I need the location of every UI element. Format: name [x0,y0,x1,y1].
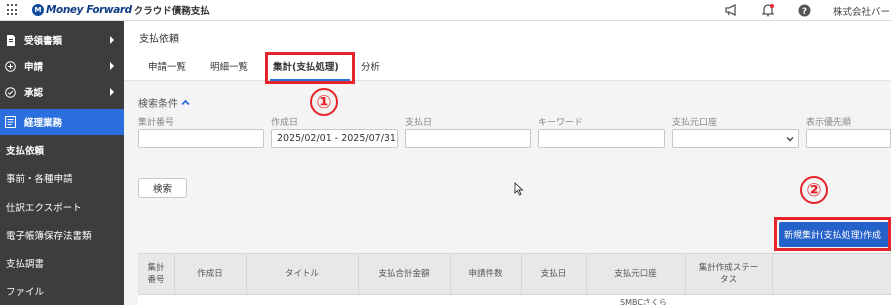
sidebar-item-accounting[interactable]: 経理業務 [0,109,124,135]
check-circle-icon [5,86,16,98]
source-account-select[interactable] [672,129,799,148]
chevron-right-icon [110,88,114,96]
field-label-display-order: 表示優先順 [806,118,852,128]
tab-detail-list[interactable]: 明細一覧 [210,59,248,73]
help-icon[interactable]: ? [796,2,812,18]
sidebar-subitem-prior-applications[interactable]: 事前・各種申請 [0,165,124,191]
svg-text:?: ? [801,6,806,16]
column-header-summary-number[interactable]: 集計番号 [138,253,174,295]
annotation-marker-2: ② [800,176,828,204]
new-summary-button[interactable]: 新規集計(支払処理)作成 [779,222,891,247]
brand-name: Money Forward [46,4,132,16]
column-header-actions [772,253,891,295]
top-bar: M Money Forward クラウド債務支払 ? 株式会社バー [0,0,891,21]
column-header-application-count[interactable]: 申請件数 [450,253,521,295]
sidebar-item-received-documents[interactable]: 受領書類 [0,27,124,53]
created-date-range-input[interactable]: 2025/02/01 - 2025/07/31 [271,129,398,148]
field-label-payment-date: 支払日 [405,118,433,128]
mouse-cursor-icon [514,182,524,196]
money-forward-logo-icon: M [32,4,44,16]
keyword-input[interactable] [538,129,665,148]
sidebar-subitem-journal-export[interactable]: 仕訳エクスポート [0,194,124,220]
sidebar-item-label: 経理業務 [24,118,63,129]
sidebar-subitem-payment-request[interactable]: 支払依頼 [0,137,124,163]
row-source-account-cell: SMBCさくら [620,298,667,305]
payment-date-input[interactable] [405,129,531,148]
sidebar-item-approval[interactable]: 承認 [0,79,124,105]
column-header-payment-date[interactable]: 支払日 [521,253,586,295]
column-header-label: 集計作成ステータス [698,263,759,285]
apps-grid-icon[interactable] [7,4,19,16]
megaphone-icon[interactable] [724,2,740,18]
app-name: クラウド債務支払 [133,6,210,17]
column-header-source-account[interactable]: 支払元口座 [586,253,685,295]
field-label-summary-number: 集計番号 [138,118,175,128]
sidebar-subitem-e-book-documents[interactable]: 電子帳簿保存法書類 [0,222,124,248]
sidebar-item-label: 承認 [24,88,44,99]
bell-icon[interactable] [760,2,776,18]
field-label-keyword: キーワード [538,118,584,128]
search-conditions-title: 検索条件 [138,99,178,110]
field-label-created-date: 作成日 [271,118,299,128]
column-header-label: 集計番号 [147,263,165,285]
chevron-up-icon [181,99,190,106]
plus-circle-icon [5,60,16,72]
sidebar-item-application[interactable]: 申請 [0,53,124,79]
table-row[interactable] [138,295,891,305]
document-icon [5,34,16,46]
column-header-summary-status[interactable]: 集計作成ステータス [685,253,772,295]
summary-number-input[interactable] [138,129,264,148]
column-header-title[interactable]: タイトル [246,253,358,295]
annotation-marker-1: ① [310,88,338,116]
sidebar-subitem-payment-records[interactable]: 支払調書 [0,250,124,276]
chevron-right-icon [110,36,114,44]
page-title: 支払依頼 [139,34,179,45]
field-label-source-account: 支払元口座 [672,118,718,128]
search-button[interactable]: 検索 [138,178,187,198]
chevron-right-icon [110,62,114,70]
brand-logo[interactable]: M Money Forward クラウド債務支払 [32,2,210,18]
column-header-created-date[interactable]: 作成日 [174,253,246,295]
tab-application-list[interactable]: 申請一覧 [148,59,186,73]
chevron-down-icon [786,137,794,142]
column-header-total-amount[interactable]: 支払合計金額 [358,253,450,295]
ledger-icon [5,116,16,128]
tab-summary-payment[interactable]: 集計(支払処理) [273,59,339,73]
sidebar-subitem-files[interactable]: ファイル [0,278,124,304]
display-order-select[interactable] [806,129,891,148]
tab-analysis[interactable]: 分析 [361,59,380,73]
sidebar-item-label: 申請 [24,62,44,73]
company-name[interactable]: 株式会社バー [833,4,890,18]
sidebar-item-label: 受領書類 [24,36,63,47]
search-conditions-toggle[interactable]: 検索条件 [138,95,190,110]
